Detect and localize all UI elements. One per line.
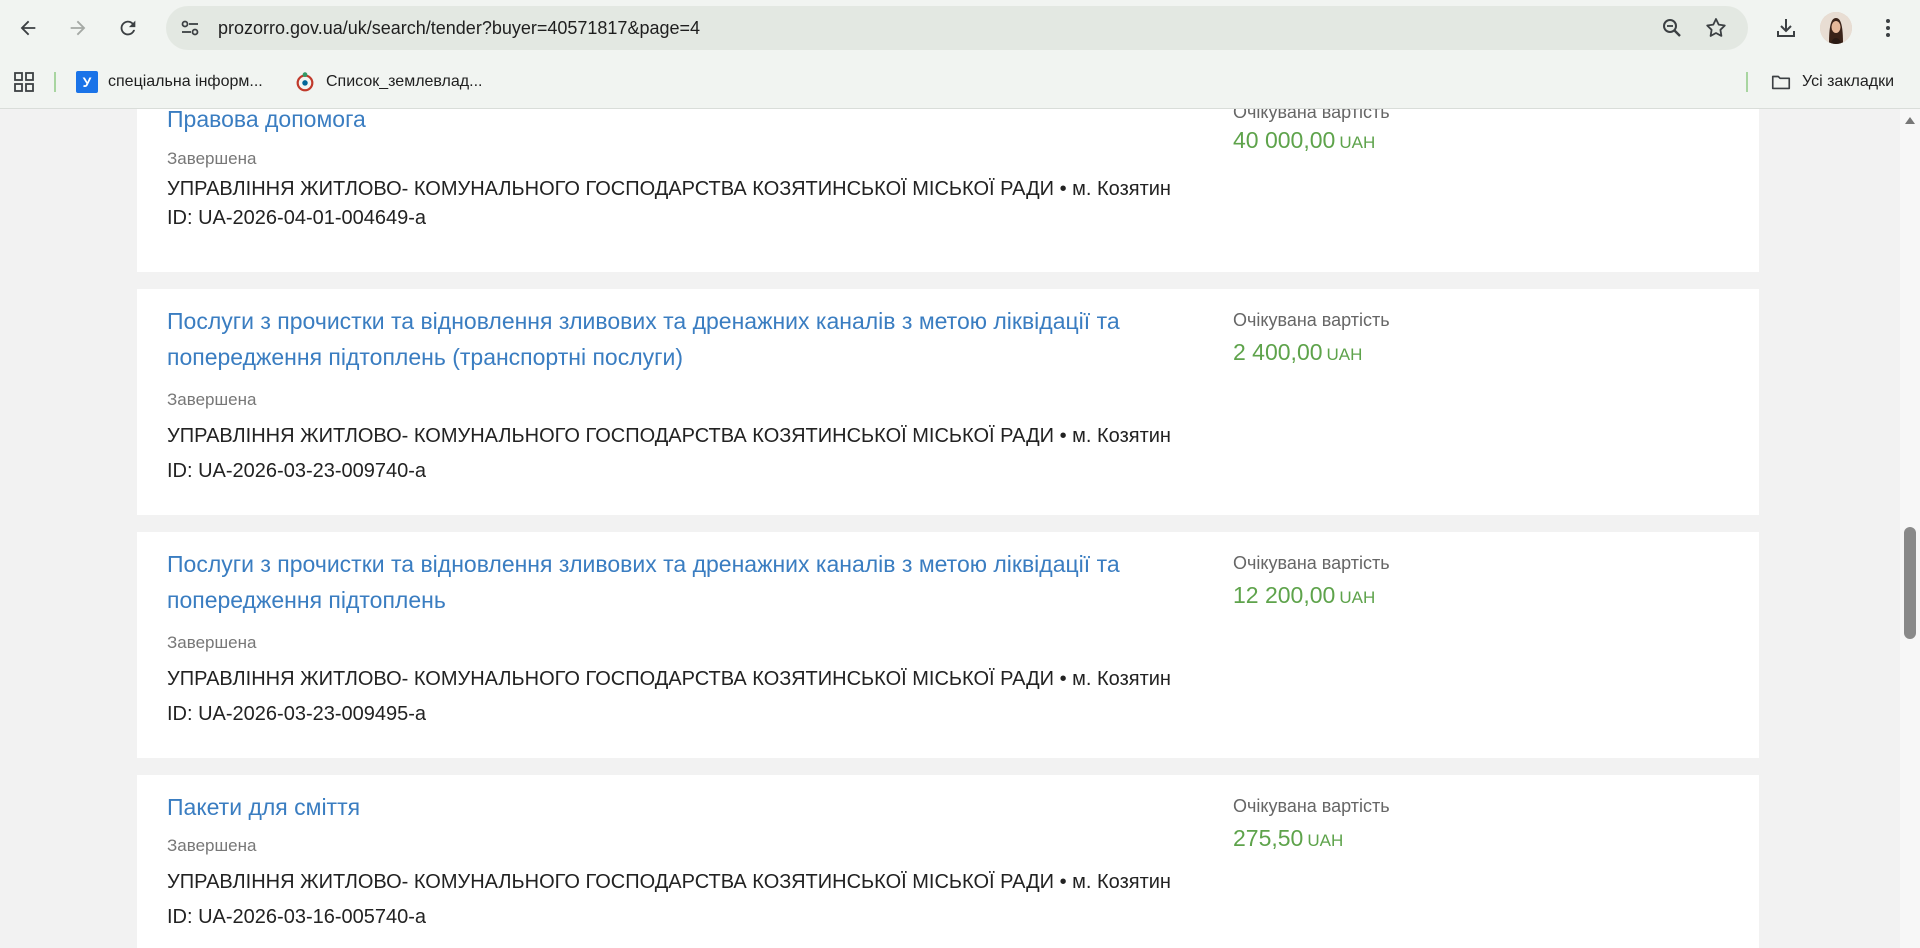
amount-value: 40 000,00: [1233, 127, 1336, 153]
more-vertical-icon: [1886, 19, 1890, 37]
tender-title-link[interactable]: Послуги з прочистки та відновлення зливо…: [167, 303, 1177, 375]
wikimedia-favicon-icon: [294, 71, 316, 93]
tender-card: Послуги з прочистки та відновлення зливо…: [137, 289, 1759, 515]
expected-value-amount: 2 400,00 UAH: [1233, 339, 1362, 366]
tender-id: ID: UA-2026-03-23-009495-a: [167, 703, 427, 725]
bookmarks-separator: [54, 72, 56, 92]
tender-title-link[interactable]: Правова допомога: [167, 109, 1177, 137]
browser-toolbar: prozorro.gov.ua/uk/search/tender?buyer=4…: [0, 0, 1920, 56]
tender-title-link[interactable]: Послуги з прочистки та відновлення зливо…: [167, 546, 1177, 618]
all-bookmarks-button[interactable]: Усі закладки: [1770, 68, 1894, 96]
reload-button[interactable]: [110, 10, 146, 46]
tender-buyer: УПРАВЛІННЯ ЖИТЛОВО- КОМУНАЛЬНОГО ГОСПОДА…: [167, 668, 1171, 690]
downloads-button[interactable]: [1768, 10, 1804, 46]
tender-id: ID: UA-2026-03-16-005740-a: [167, 906, 427, 928]
tender-card: Правова допомога Завершена УПРАВЛІННЯ ЖИ…: [137, 109, 1759, 272]
page-scrollbar[interactable]: [1900, 109, 1920, 948]
tender-card: Пакети для сміття Завершена УПРАВЛІННЯ Ж…: [137, 775, 1759, 948]
profile-avatar[interactable]: [1820, 12, 1852, 44]
bookmark-star-icon[interactable]: [1704, 16, 1728, 40]
tender-status: Завершена: [167, 390, 257, 409]
browser-menu-button[interactable]: [1870, 10, 1906, 46]
page-content: Правова допомога Завершена УПРАВЛІННЯ ЖИ…: [0, 109, 1900, 948]
expected-value-amount: 40 000,00 UAH: [1233, 127, 1375, 154]
expected-value-label: Очікувана вартість: [1233, 796, 1390, 816]
currency-label: UAH: [1339, 588, 1376, 607]
folder-icon: [1771, 75, 1791, 90]
expected-value-label: Очікувана вартість: [1233, 310, 1390, 330]
bookmarks-separator: [1746, 72, 1748, 92]
bookmark-item[interactable]: Список_землевлад...: [294, 68, 482, 96]
all-bookmarks-label: Усі закладки: [1802, 73, 1895, 90]
back-button[interactable]: [10, 10, 46, 46]
bookmarks-bar: У спеціальна інформ... Список_землевлад.…: [0, 56, 1920, 109]
amount-value: 275,50: [1233, 825, 1304, 851]
tender-buyer: УПРАВЛІННЯ ЖИТЛОВО- КОМУНАЛЬНОГО ГОСПОДА…: [167, 871, 1171, 893]
zoom-icon[interactable]: [1660, 16, 1684, 40]
reload-icon: [120, 20, 136, 36]
bookmark-label: Список_землевлад...: [326, 73, 483, 90]
currency-label: UAH: [1326, 345, 1363, 364]
tender-id: ID: UA-2026-04-01-004649-a: [167, 207, 427, 229]
tender-buyer: УПРАВЛІННЯ ЖИТЛОВО- КОМУНАЛЬНОГО ГОСПОДА…: [167, 425, 1171, 447]
scroll-up-arrow-icon[interactable]: [1905, 117, 1915, 124]
tender-status: Завершена: [167, 836, 257, 855]
arrow-left-icon: [20, 20, 36, 36]
apps-grid-icon[interactable]: [12, 70, 36, 94]
bookmark-label: спеціальна інформ...: [108, 73, 263, 90]
scrollbar-thumb[interactable]: [1904, 527, 1916, 639]
tender-id: ID: UA-2026-03-23-009740-a: [167, 460, 427, 482]
url-text[interactable]: prozorro.gov.ua/uk/search/tender?buyer=4…: [218, 6, 700, 50]
tender-buyer: УПРАВЛІННЯ ЖИТЛОВО- КОМУНАЛЬНОГО ГОСПОДА…: [167, 178, 1171, 200]
address-bar[interactable]: prozorro.gov.ua/uk/search/tender?buyer=4…: [166, 6, 1748, 50]
forward-button[interactable]: [60, 10, 96, 46]
tender-status: Завершена: [167, 633, 257, 652]
tender-status: Завершена: [167, 149, 257, 168]
expected-value-amount: 275,50 UAH: [1233, 825, 1343, 852]
amount-value: 12 200,00: [1233, 582, 1336, 608]
expected-value-label: Очікувана вартість: [1233, 109, 1390, 122]
profile-picture-icon: [1820, 12, 1852, 44]
tender-card: Послуги з прочистки та відновлення зливо…: [137, 532, 1759, 758]
amount-value: 2 400,00: [1233, 339, 1323, 365]
u-favicon-icon: У: [76, 71, 98, 93]
expected-value-label: Очікувана вартість: [1233, 553, 1390, 573]
currency-label: UAH: [1307, 831, 1344, 850]
bookmark-item[interactable]: У спеціальна інформ...: [76, 68, 263, 96]
currency-label: UAH: [1339, 133, 1376, 152]
site-info-icon[interactable]: [178, 16, 202, 40]
tender-title-link[interactable]: Пакети для сміття: [167, 789, 1177, 825]
expected-value-amount: 12 200,00 UAH: [1233, 582, 1375, 609]
download-icon: [1777, 19, 1795, 37]
arrow-right-icon: [70, 20, 86, 36]
